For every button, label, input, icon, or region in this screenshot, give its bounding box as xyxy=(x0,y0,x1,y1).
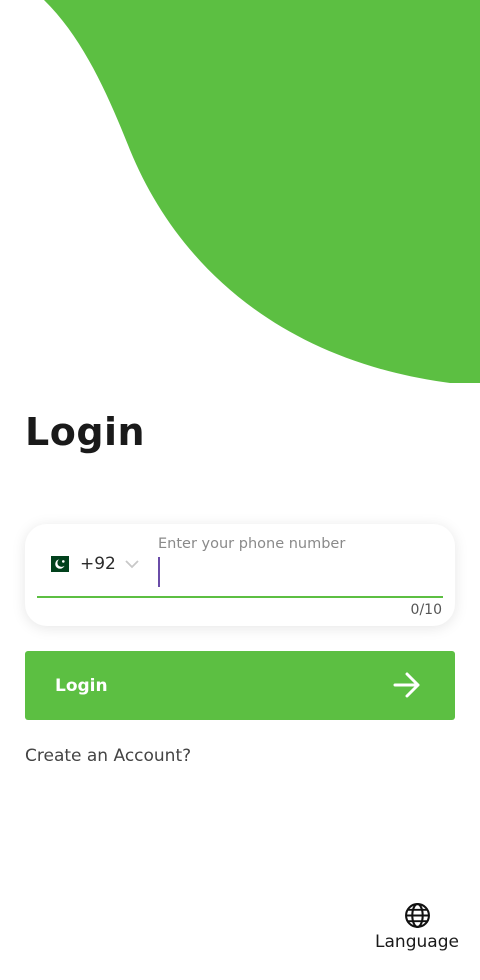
phone-input-underline xyxy=(37,596,443,598)
country-code-selector[interactable]: +92 xyxy=(45,554,140,574)
chevron-down-icon xyxy=(125,560,139,569)
login-button[interactable]: Login xyxy=(25,651,455,720)
header-decoration-blob xyxy=(44,0,480,383)
phone-input-card: +92 Enter your phone number 0/10 xyxy=(25,524,455,626)
arrow-right-icon xyxy=(393,672,420,698)
language-button[interactable]: Language xyxy=(371,902,463,952)
phone-number-input[interactable] xyxy=(158,557,160,587)
page-title: Login xyxy=(25,410,146,454)
character-counter: 0/10 xyxy=(410,602,442,618)
phone-number-placeholder: Enter your phone number xyxy=(158,536,346,552)
country-code: +92 xyxy=(80,554,116,574)
login-button-label: Login xyxy=(55,675,108,696)
create-account-link[interactable]: Create an Account? xyxy=(25,746,191,766)
pakistan-flag-icon xyxy=(45,556,69,572)
language-label: Language xyxy=(375,932,459,952)
globe-icon xyxy=(404,903,430,928)
